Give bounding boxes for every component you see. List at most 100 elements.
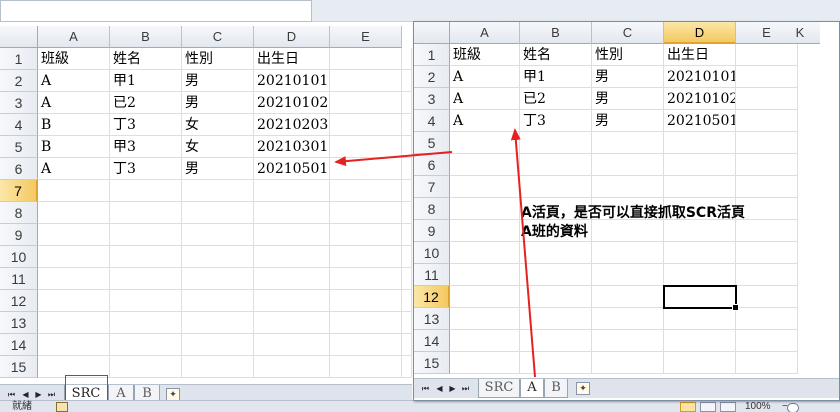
cell-a12[interactable] [450,286,520,308]
column-header-k[interactable]: K [780,22,820,44]
zoom-slider-knob[interactable] [787,403,799,412]
row-header-9[interactable]: 9 [0,224,38,246]
row-header-2[interactable]: 2 [0,70,38,92]
cell-c1[interactable]: 性別 [182,48,254,70]
cell-c12[interactable] [592,286,664,308]
cell-e5[interactable] [330,136,402,158]
row-header-14[interactable]: 14 [414,330,450,352]
row-header-9[interactable]: 9 [414,220,450,242]
row-header-12[interactable]: 12 [414,286,450,308]
column-header-a[interactable]: A [38,26,110,48]
cell-c5[interactable] [592,132,664,154]
cell-c9[interactable] [182,224,254,246]
cell-a10[interactable] [38,246,110,268]
cell-e4[interactable] [330,114,402,136]
first-sheet-icon[interactable]: ⏮ [420,383,431,395]
page-layout-view-icon[interactable] [700,402,716,412]
cell-e6[interactable] [736,154,798,176]
cell-b5[interactable] [520,132,592,154]
cell-d13[interactable] [664,308,736,330]
row-header-8[interactable]: 8 [414,198,450,220]
cell-a1[interactable]: 班級 [450,44,520,66]
cell-c2[interactable]: 男 [182,70,254,92]
tab-a[interactable]: A [520,379,544,398]
cell-b13[interactable] [110,312,182,334]
cell-e11[interactable] [330,268,402,290]
page-break-view-icon[interactable] [720,402,736,412]
cell-e8[interactable] [330,202,402,224]
column-header-b[interactable]: B [520,22,592,44]
cell-a13[interactable] [38,312,110,334]
cell-a5[interactable] [450,132,520,154]
cell-a11[interactable] [38,268,110,290]
cell-a7[interactable] [450,176,520,198]
cell-b4[interactable]: 丁3 [110,114,182,136]
cell-e13[interactable] [736,308,798,330]
cell-e1[interactable] [330,48,402,70]
cell-a6[interactable] [450,154,520,176]
cell-c3[interactable]: 男 [182,92,254,114]
cell-e3[interactable] [736,88,798,110]
cell-e2[interactable] [736,66,798,88]
cell-a13[interactable] [450,308,520,330]
cell-b11[interactable] [520,264,592,286]
cell-b10[interactable] [110,246,182,268]
cell-c9[interactable] [592,220,664,242]
cell-b15[interactable] [110,356,182,378]
cell-a14[interactable] [450,330,520,352]
row-header-14[interactable]: 14 [0,334,38,356]
cell-d2[interactable]: 20210101 [254,70,330,92]
cell-b4[interactable]: 丁3 [520,110,592,132]
row-header-10[interactable]: 10 [414,242,450,264]
cell-b1[interactable]: 姓名 [520,44,592,66]
cell-e7[interactable] [330,180,402,202]
row-header-3[interactable]: 3 [0,92,38,114]
last-sheet-icon[interactable]: ⏭ [460,383,471,395]
cell-e15[interactable] [330,356,402,378]
cell-c15[interactable] [592,352,664,374]
cell-d5[interactable] [664,132,736,154]
cell-d8[interactable] [254,202,330,224]
cell-a12[interactable] [38,290,110,312]
cell-a8[interactable] [38,202,110,224]
row-header-3[interactable]: 3 [414,88,450,110]
column-header-c[interactable]: C [592,22,664,44]
cell-a3[interactable]: A [450,88,520,110]
row-header-13[interactable]: 13 [0,312,38,334]
row-header-11[interactable]: 11 [0,268,38,290]
column-header-d[interactable]: D [254,26,330,48]
cell-d6[interactable]: 20210501 [254,158,330,180]
column-header-a[interactable]: A [450,22,520,44]
cell-a8[interactable] [450,198,520,220]
cell-e11[interactable] [736,264,798,286]
cell-a14[interactable] [38,334,110,356]
cell-a5[interactable]: B [38,136,110,158]
select-all-corner[interactable] [414,22,450,44]
cell-e5[interactable] [736,132,798,154]
cell-b5[interactable]: 甲3 [110,136,182,158]
macro-record-icon[interactable] [56,402,68,412]
cell-d11[interactable] [254,268,330,290]
cell-b12[interactable] [110,290,182,312]
name-box[interactable] [0,0,312,22]
insert-sheet-icon[interactable]: ✦ [576,382,590,395]
cell-c8[interactable] [182,202,254,224]
column-header-c[interactable]: C [182,26,254,48]
row-header-2[interactable]: 2 [414,66,450,88]
row-header-6[interactable]: 6 [0,158,38,180]
cell-b7[interactable] [110,180,182,202]
row-header-1[interactable]: 1 [414,44,450,66]
cell-d2[interactable]: 20210101 [664,66,736,88]
cell-d11[interactable] [664,264,736,286]
cell-e1[interactable] [736,44,798,66]
row-header-7[interactable]: 7 [0,180,38,202]
cell-b3[interactable]: 已2 [110,92,182,114]
cell-b6[interactable]: 丁3 [110,158,182,180]
cell-b10[interactable] [520,242,592,264]
cell-b2[interactable]: 甲1 [110,70,182,92]
cell-d9[interactable] [664,220,736,242]
cell-d14[interactable] [254,334,330,356]
cell-c5[interactable]: 女 [182,136,254,158]
cell-d7[interactable] [254,180,330,202]
next-sheet-icon[interactable]: ▶ [447,383,458,395]
